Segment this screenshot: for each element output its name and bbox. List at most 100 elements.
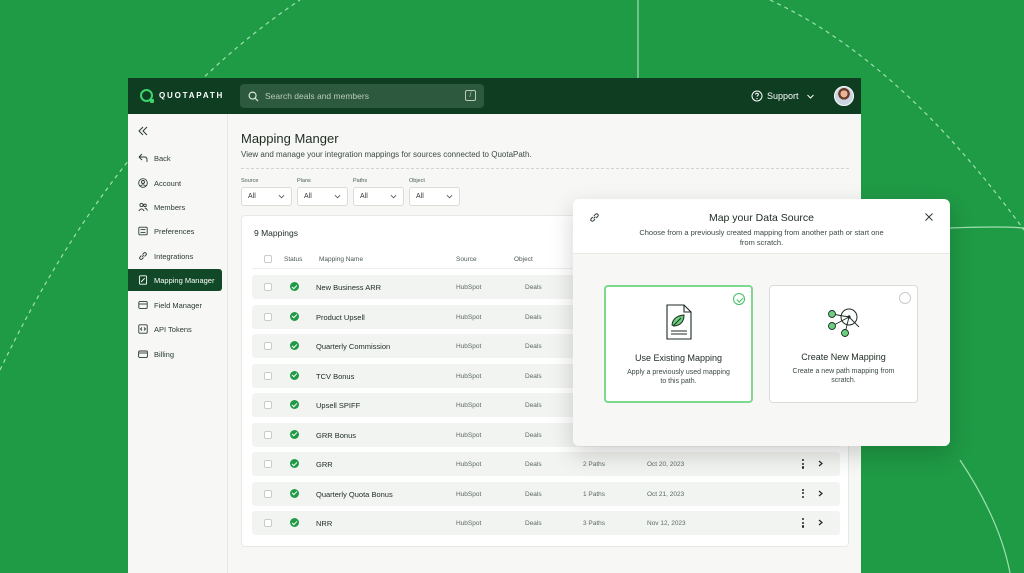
slash-shortcut-icon: / (465, 90, 476, 101)
filter-object: Object All (409, 178, 460, 206)
collapse-sidebar-icon[interactable] (138, 126, 148, 136)
sidebar-item-label: API Tokens (154, 324, 192, 334)
modal-body: Use Existing Mapping Apply a previously … (573, 254, 950, 446)
table-row[interactable]: GRR HubSpot Deals 2 Paths Oct 20, 2023 (252, 452, 840, 476)
row-checkbox[interactable] (264, 283, 272, 291)
mapping-date: Oct 21, 2023 (647, 490, 685, 498)
row-checkbox[interactable] (264, 489, 272, 498)
sidebar-item-members[interactable]: Members (128, 196, 222, 218)
brand-name: QUOTAPATH (159, 91, 225, 100)
sliders-icon (138, 226, 148, 236)
status-check-icon (290, 459, 299, 468)
help-circle-icon (751, 90, 763, 102)
search-input[interactable] (265, 91, 455, 101)
select-value: All (416, 193, 424, 200)
mapping-source: HubSpot (456, 431, 482, 439)
row-checkbox[interactable] (264, 342, 272, 350)
filter-plans: Plans All (297, 178, 348, 206)
source-select[interactable]: All (241, 187, 292, 206)
row-checkbox[interactable] (264, 312, 272, 321)
chevron-right-icon[interactable] (817, 490, 824, 497)
table-row[interactable]: NRR HubSpot Deals 3 Paths Nov 12, 2023 (252, 511, 840, 535)
credit-card-icon (138, 350, 148, 358)
mapping-source: HubSpot (456, 520, 482, 527)
mapping-object: Deals (525, 372, 542, 380)
close-icon[interactable] (924, 212, 934, 222)
modal-title: Map your Data Source (708, 212, 815, 224)
sidebar-item-preferences[interactable]: Preferences (128, 220, 222, 242)
user-avatar[interactable] (834, 86, 854, 106)
paths-select[interactable]: All (353, 187, 404, 206)
sidebar-item-billing[interactable]: Billing (128, 343, 222, 365)
modal-description: Choose from a previously created mapping… (639, 228, 884, 247)
search-icon (248, 91, 259, 102)
mapping-name[interactable]: TCV Bonus (316, 372, 354, 381)
row-checkbox[interactable] (264, 371, 272, 380)
sidebar-item-back[interactable]: Back (128, 147, 222, 169)
map-data-source-modal: Map your Data Source Choose from a previ… (573, 199, 950, 446)
sidebar-item-mapping-manager[interactable]: Mapping Manager (128, 269, 222, 291)
select-value: All (360, 193, 368, 200)
sidebar-item-label: Billing (154, 349, 175, 359)
column-object: Object (514, 256, 533, 263)
chevron-right-icon[interactable] (817, 519, 824, 526)
table-row[interactable]: Quarterly Quota Bonus HubSpot Deals 1 Paths… (252, 481, 840, 506)
sidebar-item-account[interactable]: Account (128, 172, 222, 194)
sidebar-item-label: Back (154, 153, 171, 163)
mapping-source: HubSpot (456, 343, 482, 350)
mapping-name[interactable]: Quarterly Quota Bonus (316, 490, 393, 499)
sidebar-item-label: Mapping Manager (154, 275, 215, 285)
support-menu[interactable]: Support (751, 90, 815, 102)
more-options-icon[interactable] (802, 488, 805, 499)
status-check-icon (290, 429, 299, 439)
row-checkbox[interactable] (264, 401, 272, 409)
sidebar-item-label: Field Manager (154, 300, 202, 310)
mapping-name[interactable]: New Business ARR (316, 283, 381, 292)
select-value: All (248, 193, 256, 200)
mappings-count: 9 Mappings (254, 228, 298, 238)
column-mapping-name: Mapping Name (319, 256, 364, 263)
back-arrow-icon (138, 153, 148, 162)
sidebar-item-label: Account (154, 178, 182, 188)
search-bar[interactable]: / (240, 84, 484, 108)
sidebar-item-integrations[interactable]: Integrations (128, 245, 222, 267)
brand-logo[interactable]: QUOTAPATH (140, 89, 225, 103)
mapping-source: HubSpot (456, 284, 482, 291)
mapping-name[interactable]: NRR (316, 519, 332, 528)
chevron-down-icon (278, 194, 285, 199)
mapping-name[interactable]: Product Upsell (316, 313, 365, 322)
mapping-name[interactable]: GRR Bonus (316, 431, 356, 440)
chevron-down-icon (390, 194, 397, 199)
sidebar-item-label: Preferences (154, 226, 195, 236)
mapping-paths: 1 Paths (583, 490, 606, 498)
use-existing-mapping-option[interactable]: Use Existing Mapping Apply a previously … (604, 285, 753, 403)
select-all-checkbox[interactable] (264, 255, 272, 263)
mapping-date: Oct 20, 2023 (647, 461, 685, 468)
mapping-name[interactable]: Upsell SPIFF (316, 401, 360, 410)
sidebar-item-api-tokens[interactable]: API Tokens (128, 318, 222, 340)
page-subtitle: View and manage your integration mapping… (241, 150, 532, 159)
select-value: All (304, 193, 312, 200)
more-options-icon[interactable] (802, 459, 805, 469)
status-check-icon (290, 400, 299, 409)
mapping-name[interactable]: Quarterly Commission (316, 342, 390, 351)
plans-select[interactable]: All (297, 187, 348, 206)
chevron-down-icon (446, 194, 453, 199)
row-checkbox[interactable] (264, 430, 272, 439)
row-checkbox[interactable] (264, 460, 272, 468)
chevron-right-icon[interactable] (817, 460, 824, 467)
object-select[interactable]: All (409, 187, 460, 206)
more-options-icon[interactable] (802, 518, 805, 528)
document-edit-icon (138, 275, 148, 285)
radio-unselected-icon (899, 292, 911, 304)
mapping-object: Deals (525, 431, 542, 439)
quotapath-logo-icon (140, 89, 154, 103)
mapping-object: Deals (525, 490, 542, 498)
row-checkbox[interactable] (264, 519, 272, 527)
create-new-mapping-option[interactable]: Create New Mapping Create a new path map… (769, 285, 918, 403)
filter-label: Paths (353, 178, 368, 184)
mapping-source: HubSpot (456, 402, 482, 409)
sidebar-item-field-manager[interactable]: Field Manager (128, 294, 222, 316)
mapping-name[interactable]: GRR (316, 460, 333, 469)
sidebar: Back Account Members Preferences Integra… (128, 114, 228, 573)
